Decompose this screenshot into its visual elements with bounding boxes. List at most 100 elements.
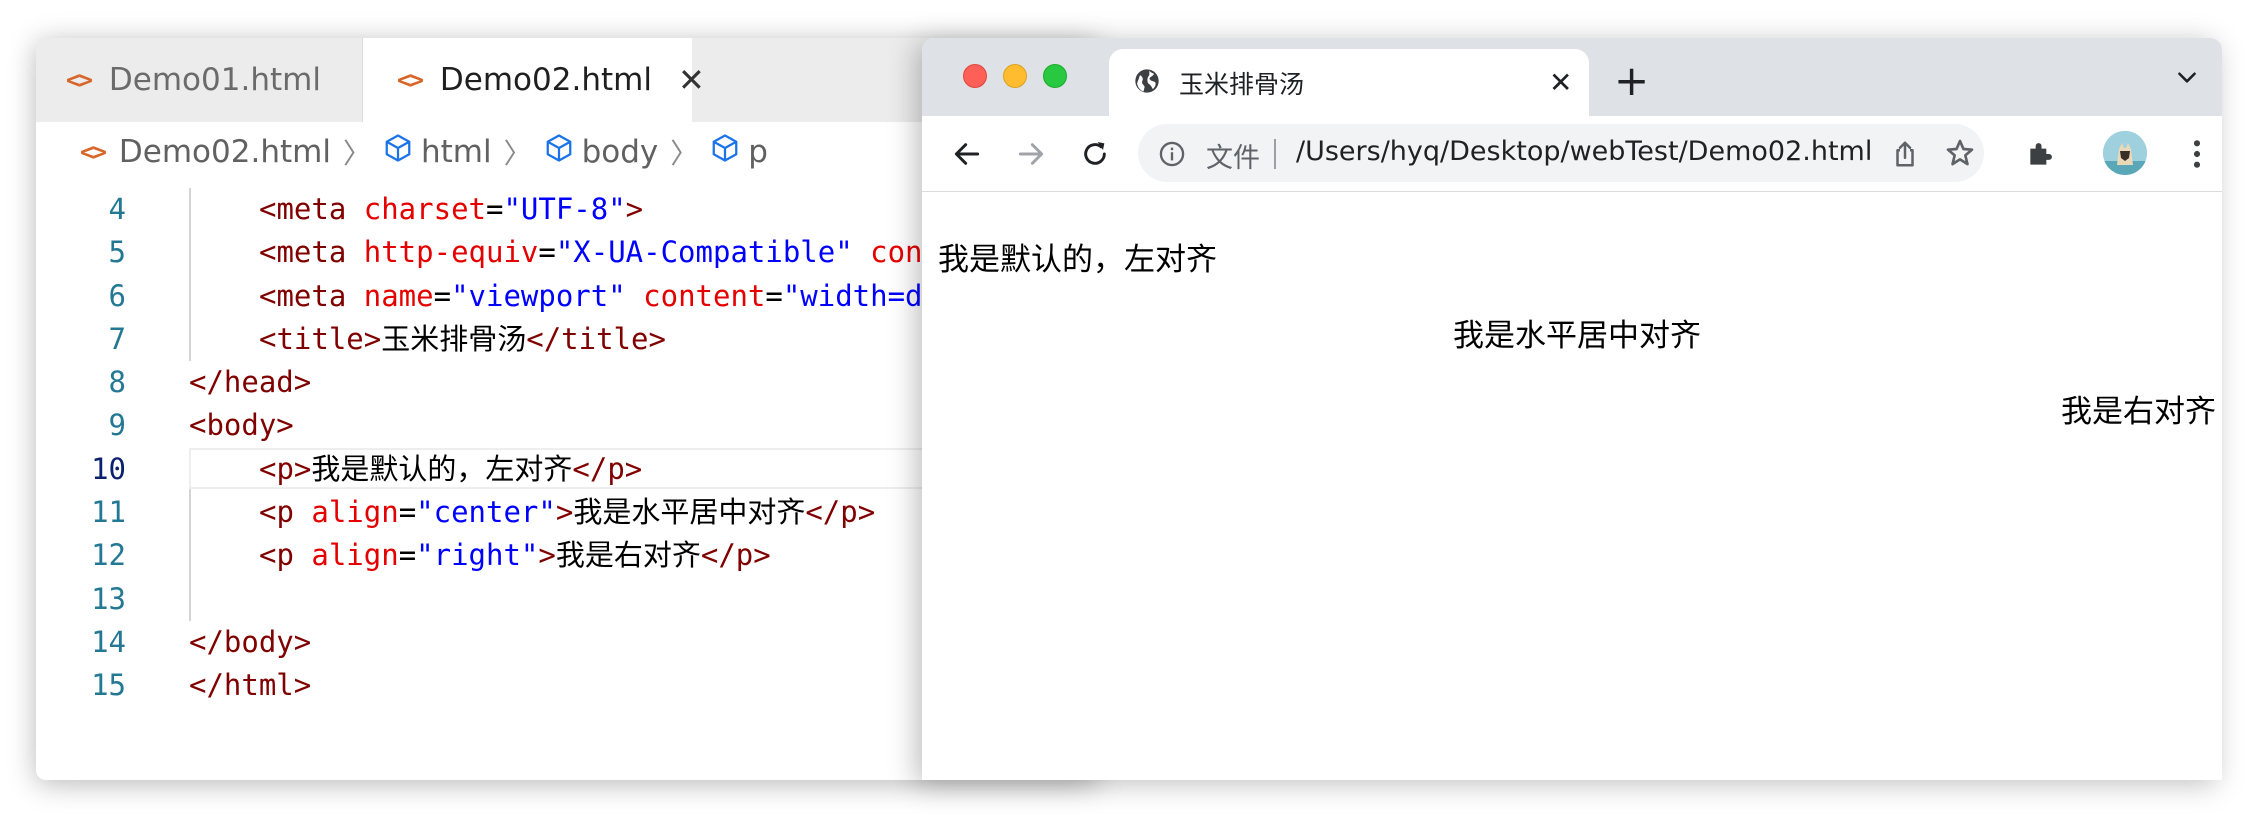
code-token: </p> xyxy=(805,495,876,530)
info-icon[interactable] xyxy=(1158,140,1186,172)
code-token: align xyxy=(311,495,399,530)
new-tab-button[interactable]: + xyxy=(1614,56,1649,105)
code-token: <p xyxy=(259,538,312,573)
browser-toolbar: 文件 /Users/hyq/Desktop/webTest/Demo02.htm… xyxy=(922,116,2222,192)
code-token: content xyxy=(643,278,766,313)
code-text: <meta charset="UTF-8"> xyxy=(259,188,643,231)
code-token: 我是默认的，左对齐 xyxy=(311,451,573,486)
line-number: 13 xyxy=(91,581,126,616)
browser-title-bar: 玉米排骨汤 ✕ + xyxy=(922,38,2222,116)
code-token: 玉米排骨汤 xyxy=(381,321,527,356)
address-divider xyxy=(1274,139,1276,169)
code-token: = xyxy=(538,235,556,270)
chevron-down-icon[interactable] xyxy=(2174,64,2200,94)
tab-label: Demo01.html xyxy=(108,62,321,98)
browser-tab[interactable]: 玉米排骨汤 ✕ xyxy=(1109,49,1589,116)
code-token: = xyxy=(433,278,452,313)
code-token: </title> xyxy=(526,321,666,356)
browser-window: 玉米排骨汤 ✕ + 文件 /Users/hyq/Desktop/webTest/… xyxy=(922,38,2222,780)
code-token: http-equiv xyxy=(363,235,539,270)
code-token: > xyxy=(538,538,556,573)
code-file-icon: <> xyxy=(66,66,93,94)
code-text: <title>玉米排骨汤</title> xyxy=(259,318,666,361)
paragraph-center: 我是水平居中对齐 xyxy=(1453,318,1701,354)
cube-icon xyxy=(383,133,413,171)
code-token: 我是水平居中对齐 xyxy=(573,495,806,530)
code-text: <p align="right">我是右对齐</p> xyxy=(259,534,771,577)
code-token: <p xyxy=(259,495,312,530)
chevron-right-icon: 〉 xyxy=(503,137,532,170)
code-token: <meta xyxy=(259,192,364,226)
code-token: <meta xyxy=(259,278,364,313)
code-text: </html> xyxy=(189,664,311,707)
bookmark-star-icon[interactable] xyxy=(1944,137,1976,173)
code-token: <title> xyxy=(259,321,382,356)
code-token: > xyxy=(555,495,574,530)
code-token: <body> xyxy=(189,408,294,443)
tab-title: 玉米排骨汤 xyxy=(1179,69,1305,99)
code-token: = xyxy=(398,495,417,530)
code-token: "viewport" xyxy=(451,278,626,313)
scheme-label: 文件 xyxy=(1206,143,1260,174)
line-number: 14 xyxy=(91,624,126,659)
line-number: 4 xyxy=(108,192,126,226)
code-token: "UTF-8" xyxy=(503,192,626,226)
code-token: = xyxy=(765,278,783,313)
paragraph-right: 我是右对齐 xyxy=(2061,394,2216,430)
minimize-window-button[interactable] xyxy=(1003,64,1027,88)
code-token: charset xyxy=(363,192,486,226)
code-token: </body> xyxy=(189,624,312,659)
line-number: 5 xyxy=(108,235,126,270)
code-token: "X-UA-Compatible" xyxy=(555,235,853,270)
code-text: </head> xyxy=(189,361,311,404)
reload-icon[interactable] xyxy=(1076,135,1114,173)
code-text: </body> xyxy=(189,621,311,664)
cube-icon xyxy=(710,133,740,171)
line-number: 10 xyxy=(91,451,126,486)
code-token: <p> xyxy=(259,451,312,486)
code-token: 我是右对齐 xyxy=(555,538,701,573)
code-token: </html> xyxy=(189,668,312,703)
chevron-right-icon: 〉 xyxy=(670,137,699,170)
breadcrumb-item-p[interactable]: p xyxy=(748,134,768,170)
code-text: <p align="center">我是水平居中对齐</p> xyxy=(259,491,875,534)
code-token: = xyxy=(398,538,417,573)
close-tab-icon[interactable]: ✕ xyxy=(1549,66,1572,99)
line-number: 8 xyxy=(108,365,126,400)
code-token: > xyxy=(625,192,644,226)
code-token: </p> xyxy=(572,451,643,486)
chevron-right-icon: 〉 xyxy=(342,137,371,170)
code-token: = xyxy=(485,192,504,226)
address-bar[interactable]: 文件 /Users/hyq/Desktop/webTest/Demo02.htm… xyxy=(1138,124,1984,182)
globe-icon xyxy=(1133,67,1161,99)
profile-avatar[interactable] xyxy=(2103,131,2147,175)
url-text[interactable]: /Users/hyq/Desktop/webTest/Demo02.html xyxy=(1296,136,1872,167)
tab-demo02[interactable]: <> Demo02.html ✕ xyxy=(363,38,705,122)
code-token: <meta xyxy=(259,235,364,270)
line-number: 11 xyxy=(91,495,126,530)
more-menu-icon[interactable] xyxy=(2178,135,2216,173)
breadcrumb-item-file[interactable]: Demo02.html xyxy=(119,134,331,170)
code-text: <p>我是默认的，左对齐</p> xyxy=(259,448,642,491)
line-number: 6 xyxy=(108,278,126,313)
close-icon[interactable]: ✕ xyxy=(678,61,705,99)
breadcrumb-item-html[interactable]: html xyxy=(421,134,492,170)
code-token: </head> xyxy=(189,365,312,400)
back-arrow-icon[interactable] xyxy=(948,135,986,173)
share-icon[interactable] xyxy=(1890,139,1920,173)
close-window-button[interactable] xyxy=(963,64,987,88)
extensions-puzzle-icon[interactable] xyxy=(2022,135,2060,173)
line-number: 12 xyxy=(91,538,126,573)
code-token: name xyxy=(363,278,434,313)
paragraph-left: 我是默认的，左对齐 xyxy=(938,242,1217,278)
tab-demo01[interactable]: <> Demo01.html xyxy=(36,38,363,122)
page-content: 我是默认的，左对齐 我是水平居中对齐 我是右对齐 xyxy=(922,192,2222,780)
maximize-window-button[interactable] xyxy=(1043,64,1067,88)
cube-icon xyxy=(544,133,574,171)
forward-arrow-icon[interactable] xyxy=(1012,135,1050,173)
breadcrumb-item-body[interactable]: body xyxy=(582,134,659,170)
code-token: "right" xyxy=(416,538,539,573)
code-file-icon: <> xyxy=(397,66,424,94)
